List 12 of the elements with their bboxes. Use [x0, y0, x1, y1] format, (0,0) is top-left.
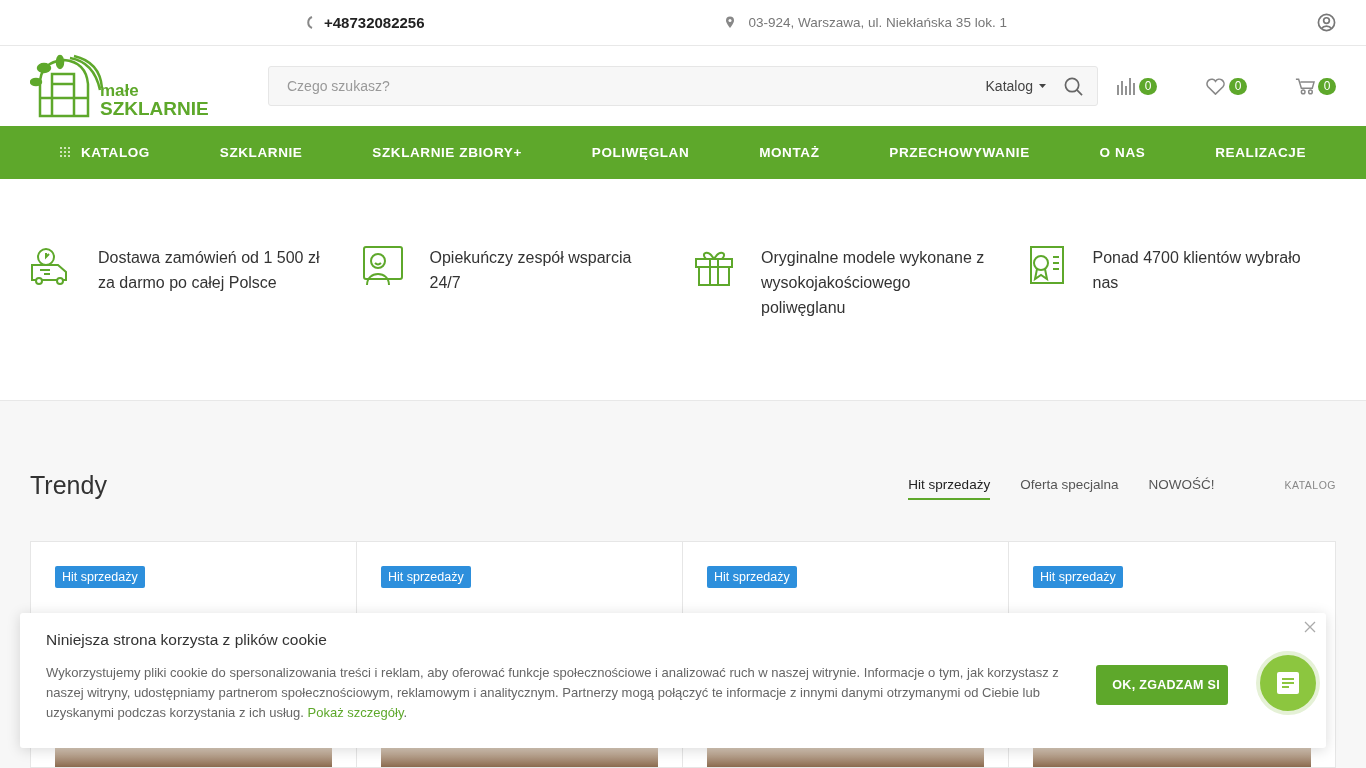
feature-text: Oryginalne modele wykonane z wysokojakościowego poliwęglanu	[761, 247, 986, 318]
feature-text: Dostawa zamówień od 1 500 zł za darmo po całej Polsce	[98, 247, 321, 293]
cookie-text: Wykorzystujemy pliki cookie do spersonalizowania treści i reklam, aby oferować funkcje społecznościowe i analizować ruch w naszej witrynie. Informacje o tym, jak korzystasz z naszej witryny, udostępniamy partnerom społecznościowym, reklamowym i analitycznym. Partnerzy mogą połączyć te informacje z innymi danymi otrzymanymi od Ciebie lub uzyskanymi podczas korzystania z ich usług. Pokaż szczegóły.	[46, 664, 1060, 722]
bestseller-badge: Hit sprzedaży	[1033, 566, 1123, 588]
feature-text: Ponad 4700 klientów wybrało nas	[1092, 247, 1302, 293]
bestseller-badge: Hit sprzedaży	[55, 566, 145, 588]
store-address: 03-924, Warszawa, ul. Niekłańska 35 lok. 1	[748, 15, 1007, 31]
bestseller-badge: Hit sprzedaży	[381, 566, 471, 588]
bestseller-badge: Hit sprzedaży	[707, 566, 797, 588]
feature-text: Opiekuńczy zespół wsparcia 24/7	[429, 247, 633, 293]
cookie-title: Niniejsza strona korzysta z plików cookie	[46, 631, 328, 649]
section-title: Trendy	[30, 470, 107, 500]
